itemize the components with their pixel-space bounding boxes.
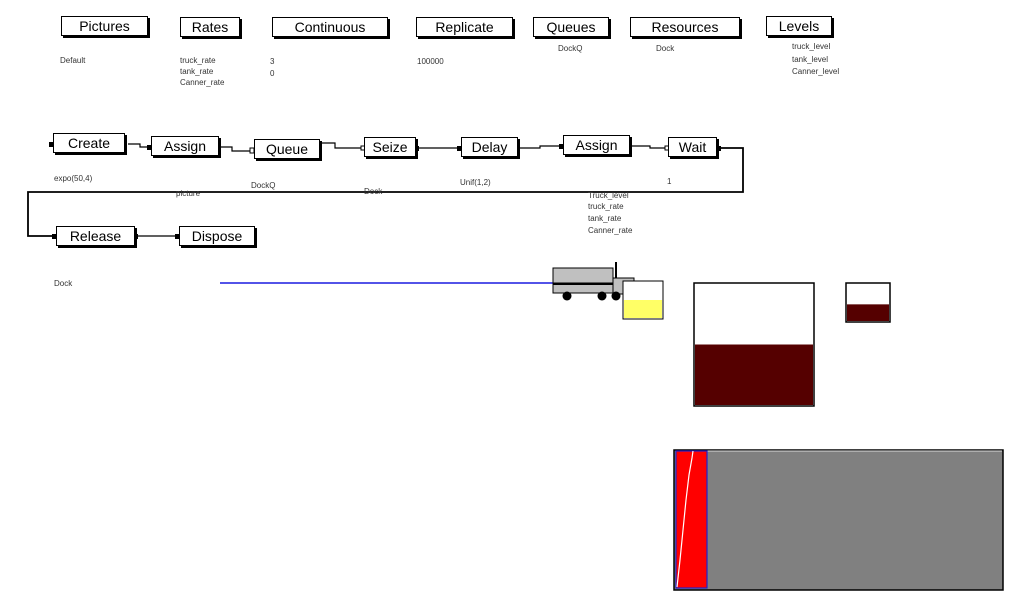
truck-icon [552,262,635,301]
animation-area [220,262,1004,591]
truck-tank-fill [624,300,662,318]
plot-bar [675,450,708,589]
truck-tank-gauge [622,280,664,320]
tank-level-fill [695,344,813,405]
tank-level-gauge [693,282,815,407]
canner-level-fill [847,304,889,321]
canner-level-gauge [845,282,891,323]
plot-panel [673,449,1004,591]
